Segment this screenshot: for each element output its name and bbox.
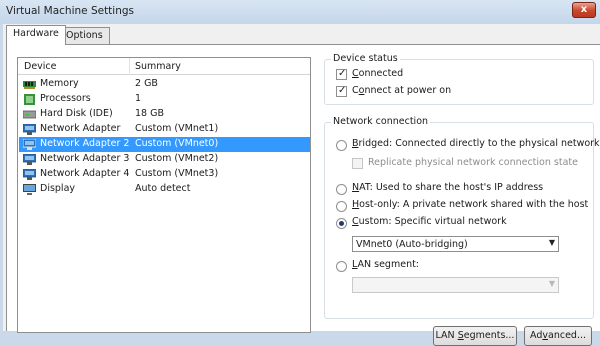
chevron-down-icon: ▼ xyxy=(548,238,555,247)
device-name: Memory xyxy=(40,78,79,89)
host-only-label[interactable]: Host-only: A private network shared with… xyxy=(352,199,588,210)
column-separator[interactable] xyxy=(129,58,130,75)
device-status-title: Device status xyxy=(331,53,400,64)
column-header-summary[interactable]: Summary xyxy=(135,61,181,72)
custom-network-select[interactable]: VMnet0 (Auto-bridging) ▼ xyxy=(352,236,559,252)
device-row-network-adapter-4[interactable]: Network Adapter 4 Custom (VMnet3) xyxy=(19,167,310,182)
tab-options[interactable]: Options xyxy=(59,27,110,45)
device-name: Network Adapter 4 xyxy=(40,168,130,179)
connected-checkbox[interactable]: ✓ xyxy=(336,68,347,80)
device-summary: Custom (VMnet3) xyxy=(135,168,219,179)
device-row-display[interactable]: Display Auto detect xyxy=(19,182,310,197)
processor-icon xyxy=(24,94,35,105)
lan-segment-label[interactable]: LAN segment: xyxy=(352,259,419,270)
chevron-down-icon: ▼ xyxy=(548,279,555,288)
device-row-processors[interactable]: Processors 1 xyxy=(19,92,310,107)
device-list-header: Device Summary xyxy=(18,58,310,75)
memory-icon xyxy=(23,81,36,89)
network-adapter-icon xyxy=(23,169,36,180)
check-mark-icon: ✓ xyxy=(338,85,347,96)
custom-radio[interactable] xyxy=(336,218,347,229)
window-title: Virtual Machine Settings xyxy=(6,5,135,17)
title-bar[interactable]: Virtual Machine Settings x xyxy=(0,0,600,24)
device-name: Processors xyxy=(40,93,91,104)
display-icon xyxy=(23,184,36,195)
network-adapter-icon xyxy=(23,124,36,135)
dialog-client-area: Hardware Options Device Summary Memory 2… xyxy=(3,24,600,346)
network-adapter-icon xyxy=(23,139,36,150)
device-row-network-adapter-2[interactable]: Network Adapter 2 Custom (VMnet0) xyxy=(19,137,310,152)
replicate-state-label: Replicate physical network connection st… xyxy=(368,157,578,168)
tab-hardware-label: Hardware xyxy=(13,28,59,39)
lan-segments-button[interactable]: LAN Segments... xyxy=(433,326,517,346)
network-adapter-icon xyxy=(23,154,36,165)
tab-options-label: Options xyxy=(66,30,103,41)
hard-disk-icon xyxy=(23,110,36,119)
device-summary: 2 GB xyxy=(135,78,158,89)
bridged-label[interactable]: Bridged: Connected directly to the physi… xyxy=(352,138,600,149)
device-summary: Auto detect xyxy=(135,183,191,194)
advanced-button[interactable]: Advanced... xyxy=(524,326,592,346)
hardware-tab-panel: Device Summary Memory 2 GB Processors 1 … xyxy=(6,44,600,346)
device-name: Hard Disk (IDE) xyxy=(40,108,113,119)
device-row-network-adapter[interactable]: Network Adapter Custom (VMnet1) xyxy=(19,122,310,137)
device-row-network-adapter-3[interactable]: Network Adapter 3 Custom (VMnet2) xyxy=(19,152,310,167)
custom-network-value: VMnet0 (Auto-bridging) xyxy=(356,239,468,250)
nat-radio[interactable] xyxy=(336,184,347,195)
device-summary: 18 GB xyxy=(135,108,164,119)
nat-label[interactable]: NAT: Used to share the host's IP address xyxy=(352,182,543,193)
custom-label[interactable]: Custom: Specific virtual network xyxy=(352,216,507,227)
close-icon: x xyxy=(580,4,588,15)
connected-label[interactable]: Connected xyxy=(352,68,403,79)
lan-segment-radio[interactable] xyxy=(336,261,347,272)
bridged-radio[interactable] xyxy=(336,140,347,151)
device-name: Network Adapter 2 xyxy=(40,138,130,149)
host-only-radio[interactable] xyxy=(336,201,347,212)
device-row-hard-disk[interactable]: Hard Disk (IDE) 18 GB xyxy=(19,107,310,122)
device-summary: Custom (VMnet2) xyxy=(135,153,219,164)
device-row-memory[interactable]: Memory 2 GB xyxy=(19,77,310,92)
column-header-device[interactable]: Device xyxy=(24,61,57,72)
check-mark-icon: ✓ xyxy=(338,68,347,79)
device-status-group: Device status ✓ Connected ✓ Connect at p… xyxy=(324,53,594,105)
connect-at-power-on-label[interactable]: Connect at power on xyxy=(352,85,451,96)
device-list[interactable]: Device Summary Memory 2 GB Processors 1 … xyxy=(17,57,311,333)
vm-settings-window: Virtual Machine Settings x Hardware Opti… xyxy=(0,0,600,346)
lan-segment-select[interactable]: ▼ xyxy=(352,277,559,293)
tab-hardware[interactable]: Hardware xyxy=(6,25,66,45)
replicate-state-checkbox[interactable] xyxy=(352,158,363,169)
close-button[interactable]: x xyxy=(572,2,596,18)
device-name: Network Adapter xyxy=(40,123,121,134)
device-summary: Custom (VMnet1) xyxy=(135,123,219,134)
network-connection-group: Network connection Bridged: Connected di… xyxy=(324,116,600,319)
device-name: Network Adapter 3 xyxy=(40,153,130,164)
device-summary: 1 xyxy=(135,93,142,104)
device-summary: Custom (VMnet0) xyxy=(135,138,219,149)
device-name: Display xyxy=(40,183,76,194)
connect-at-power-on-checkbox[interactable]: ✓ xyxy=(336,85,347,97)
network-connection-title: Network connection xyxy=(331,116,431,127)
